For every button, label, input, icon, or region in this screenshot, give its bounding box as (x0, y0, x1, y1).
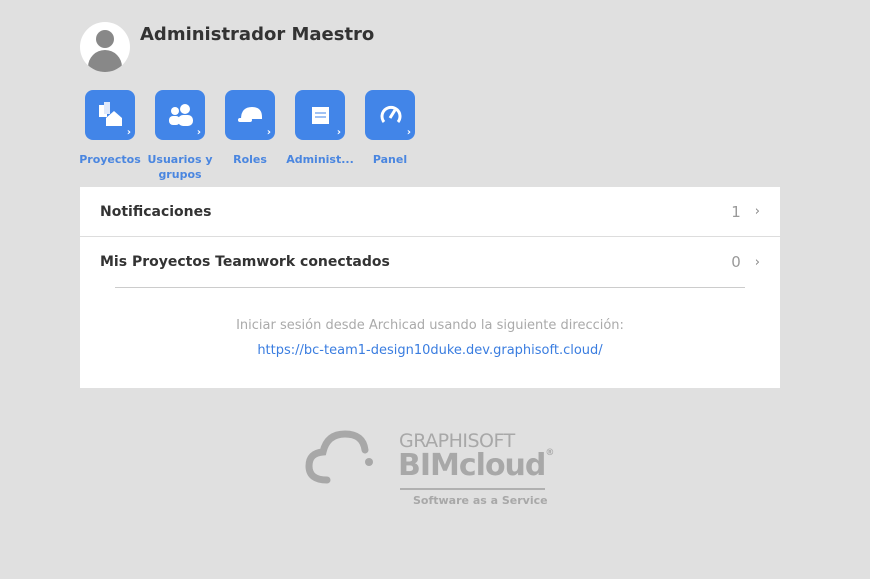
tile-label: Roles (233, 153, 267, 166)
login-hint: Iniciar sesión desde Archicad usando la … (236, 318, 624, 333)
bimcloud-logo: GRAPHISOFT BIMcloud® Software as a Servi… (305, 428, 565, 513)
tile-label: Proyectos (79, 153, 141, 166)
tile-label: Usuarios y grupos (147, 153, 213, 181)
tile-proyectos[interactable]: › Proyectos (75, 90, 145, 167)
divider (115, 287, 745, 288)
info-panel: Notificaciones 1 › Mis Proyectos Teamwor… (80, 187, 780, 388)
notifications-row[interactable]: Notificaciones 1 › (80, 187, 780, 237)
row-count: 0 (731, 253, 741, 271)
users-icon (169, 104, 193, 126)
buildings-house-icon (99, 102, 122, 126)
hard-hat-icon (238, 107, 262, 122)
tile-label: Panel (372, 153, 408, 166)
chevron-right-icon: › (754, 204, 760, 219)
gauge-icon (380, 105, 402, 123)
user-name: Administrador Maestro (140, 24, 375, 45)
avatar (80, 22, 130, 72)
row-label: Mis Proyectos Teamwork conectados (100, 254, 390, 270)
row-count: 1 (731, 202, 741, 221)
tile-administracion[interactable]: › Administ... (285, 90, 355, 167)
tile-roles[interactable]: › Roles (215, 90, 285, 167)
list-icon (312, 107, 329, 124)
server-url-link[interactable]: https://bc-team1-design10duke.dev.graphi… (80, 343, 780, 358)
tile-panel[interactable]: › Panel (355, 90, 425, 167)
chevron-right-icon: › (754, 254, 760, 270)
tile-usuarios[interactable]: › Usuarios y grupos (145, 90, 215, 182)
row-label: Notificaciones (100, 203, 212, 220)
cloud-icon (305, 430, 373, 484)
tile-label: Administ... (286, 153, 354, 166)
teamwork-projects-row[interactable]: Mis Proyectos Teamwork conectados 0 › (80, 237, 780, 287)
